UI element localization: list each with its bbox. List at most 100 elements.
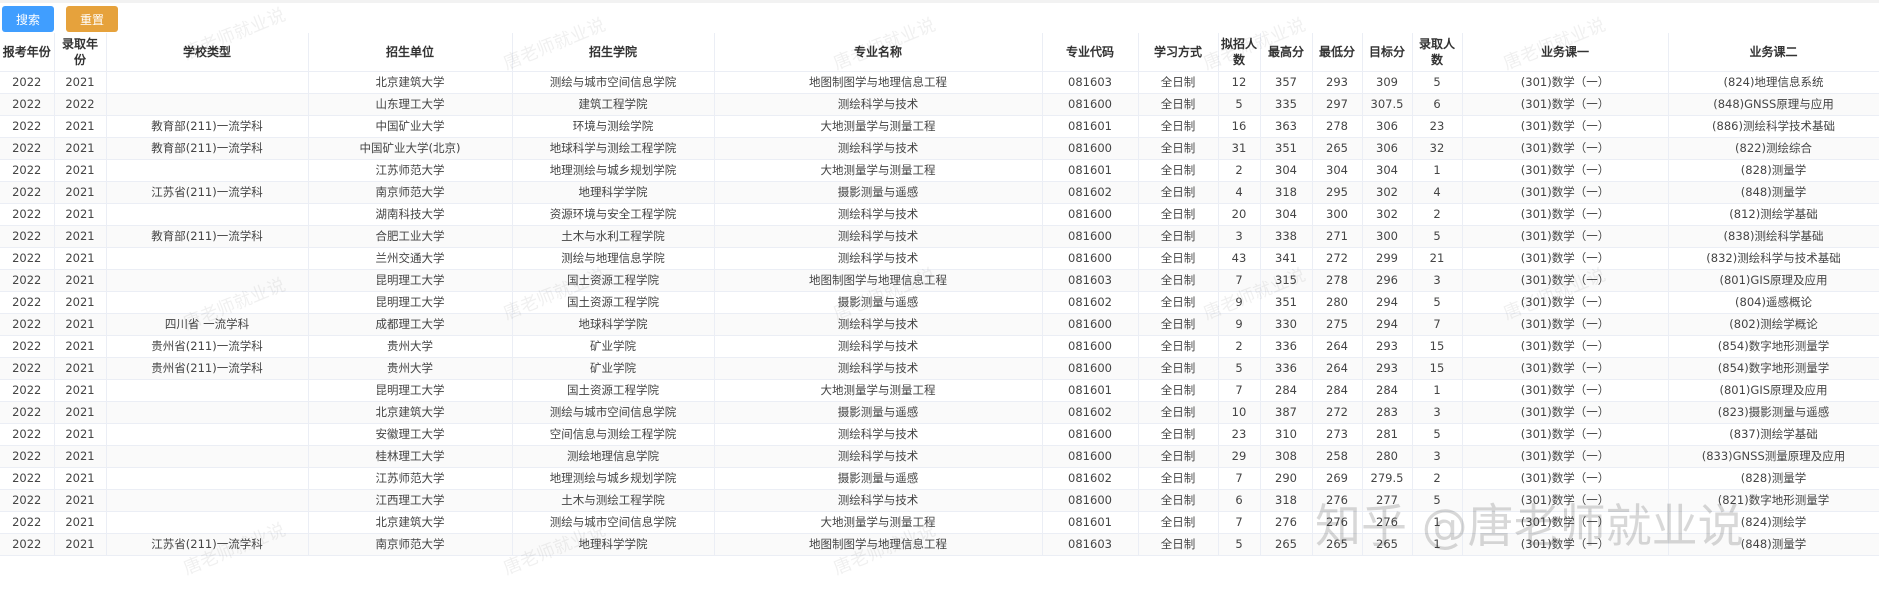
table-cell: 2021 — [54, 489, 107, 512]
table-cell: 全日制 — [1138, 357, 1219, 380]
table-cell: 351 — [1260, 291, 1313, 314]
table-cell: 全日制 — [1138, 71, 1219, 94]
table-cell: 1 — [1412, 159, 1463, 182]
table-cell: 283 — [1362, 401, 1413, 424]
table-row[interactable]: 2022 2021 安徽理工大学 空间信息与测绘工程学院 测绘科学与技术 081600 全日… — [0, 423, 1879, 446]
table-cell: 贵州大学 — [308, 357, 513, 380]
reset-button[interactable]: 重置 — [66, 6, 118, 32]
table-row[interactable]: 2022 2021 北京建筑大学 测绘与城市空间信息学院 摄影测量与遥感 081602 全日… — [0, 401, 1879, 424]
table-cell: (848)测量学 — [1668, 181, 1879, 204]
table-cell: 2 — [1218, 335, 1261, 358]
table-row[interactable]: 2022 2021 桂林理工大学 测绘地理信息学院 测绘科学与技术 081600 全日制 29… — [0, 445, 1879, 468]
table-cell: 310 — [1260, 423, 1313, 446]
column-header: 录取人数 — [1412, 33, 1463, 72]
table-cell: 2021 — [54, 401, 107, 424]
table-row[interactable]: 2022 2022 山东理工大学 建筑工程学院 测绘科学与技术 081600 全日制 5 335… — [0, 93, 1879, 116]
table-cell: (812)测绘学基础 — [1668, 203, 1879, 226]
table-cell: 2021 — [54, 423, 107, 446]
table-cell: 全日制 — [1138, 159, 1219, 182]
table-cell: 1 — [1412, 511, 1463, 534]
table-cell: 测绘科学与技术 — [714, 445, 1043, 468]
table-cell: 昆明理工大学 — [308, 291, 513, 314]
table-row[interactable]: 2022 2021 江西理工大学 土木与测绘工程学院 测绘科学与技术 081600 全日制 6… — [0, 489, 1879, 512]
table-cell: 293 — [1312, 71, 1363, 94]
table-cell: 2021 — [54, 247, 107, 270]
table-cell: 地理科学学院 — [512, 533, 715, 556]
table-cell: 湖南科技大学 — [308, 203, 513, 226]
table-row[interactable]: 2022 2021 昆明理工大学 国土资源工程学院 地图制图学与地理信息工程 081603… — [0, 269, 1879, 292]
table-cell: 081600 — [1042, 313, 1139, 336]
column-header: 最高分 — [1260, 33, 1313, 72]
table-cell: 矿业学院 — [512, 335, 715, 358]
table-cell: 387 — [1260, 401, 1313, 424]
table-cell: 081600 — [1042, 489, 1139, 512]
table-cell: (301)数学（一） — [1462, 247, 1669, 270]
table-cell: (828)测量学 — [1668, 159, 1879, 182]
table-cell: 安徽理工大学 — [308, 423, 513, 446]
table-cell: 5 — [1412, 71, 1463, 94]
table-cell: 5 — [1218, 93, 1261, 116]
table-row[interactable]: 2022 2021 江苏省(211)一流学科 南京师范大学 地理科学学院 地图制图学与地理… — [0, 533, 1879, 556]
column-header: 拟招人数 — [1218, 33, 1261, 72]
table-cell: 276 — [1312, 511, 1363, 534]
table-cell: 081601 — [1042, 379, 1139, 402]
table-cell: 5 — [1218, 533, 1261, 556]
table-cell: 32 — [1412, 137, 1463, 160]
table-row[interactable]: 2022 2021 教育部(211)一流学科 中国矿业大学(北京) 地球科学与测绘工程学… — [0, 137, 1879, 160]
table-cell: (801)GIS原理及应用 — [1668, 269, 1879, 292]
table-cell: 43 — [1218, 247, 1261, 270]
table-cell: 测绘与城市空间信息学院 — [512, 511, 715, 534]
table-row[interactable]: 2022 2021 湖南科技大学 资源环境与安全工程学院 测绘科学与技术 081600 全日… — [0, 203, 1879, 226]
table-cell: 土木与测绘工程学院 — [512, 489, 715, 512]
table-cell: (828)测量学 — [1668, 467, 1879, 490]
table-row[interactable]: 2022 2021 北京建筑大学 测绘与城市空间信息学院 大地测量学与测量工程 08160… — [0, 511, 1879, 534]
table-cell: 测绘科学与技术 — [714, 357, 1043, 380]
table-cell: 大地测量学与测量工程 — [714, 159, 1043, 182]
table-cell: 昆明理工大学 — [308, 269, 513, 292]
table-row[interactable]: 2022 2021 兰州交通大学 测绘与地理信息学院 测绘科学与技术 081600 全日制 4… — [0, 247, 1879, 270]
table-row[interactable]: 2022 2021 贵州省(211)一流学科 贵州大学 矿业学院 测绘科学与技术 08160… — [0, 357, 1879, 380]
table-cell — [106, 247, 309, 270]
table-cell: (301)数学（一） — [1462, 291, 1669, 314]
table-row[interactable]: 2022 2021 教育部(211)一流学科 合肥工业大学 土木与水利工程学院 测绘科学与… — [0, 225, 1879, 248]
table-cell: 南京师范大学 — [308, 533, 513, 556]
table-row[interactable]: 2022 2021 江苏省(211)一流学科 南京师范大学 地理科学学院 摄影测量与遥感 0… — [0, 181, 1879, 204]
table-cell: 081600 — [1042, 357, 1139, 380]
table-cell: 测绘科学与技术 — [714, 489, 1043, 512]
table-row[interactable]: 2022 2021 教育部(211)一流学科 中国矿业大学 环境与测绘学院 大地测量学与测… — [0, 115, 1879, 138]
table-row[interactable]: 2022 2021 四川省 一流学科 成都理工大学 地球科学学院 测绘科学与技术 08160… — [0, 313, 1879, 336]
table-cell: (301)数学（一） — [1462, 159, 1669, 182]
table-cell: 264 — [1312, 357, 1363, 380]
table-cell: 300 — [1362, 225, 1413, 248]
table-cell: 江西理工大学 — [308, 489, 513, 512]
table-cell: (886)测绘科学技术基础 — [1668, 115, 1879, 138]
column-header: 录取年份 — [54, 33, 107, 72]
table-cell: 273 — [1312, 423, 1363, 446]
table-cell: 276 — [1362, 511, 1413, 534]
table-cell: 山东理工大学 — [308, 93, 513, 116]
table-row[interactable]: 2022 2021 江苏师范大学 地理测绘与城乡规划学院 大地测量学与测量工程 08160… — [0, 159, 1879, 182]
table-row[interactable]: 2022 2021 贵州省(211)一流学科 贵州大学 矿业学院 测绘科学与技术 08160… — [0, 335, 1879, 358]
table-cell: 地图制图学与地理信息工程 — [714, 71, 1043, 94]
search-button[interactable]: 搜索 — [2, 6, 54, 32]
table-cell: 地图制图学与地理信息工程 — [714, 269, 1043, 292]
table-row[interactable]: 2022 2021 北京建筑大学 测绘与城市空间信息学院 地图制图学与地理信息工程 081… — [0, 71, 1879, 94]
table-cell: 269 — [1312, 467, 1363, 490]
table-cell: 地球科学学院 — [512, 313, 715, 336]
table-cell: 南京师范大学 — [308, 181, 513, 204]
table-cell: 2022 — [0, 489, 55, 512]
table-cell: 284 — [1312, 379, 1363, 402]
table-row[interactable]: 2022 2021 江苏师范大学 地理测绘与城乡规划学院 摄影测量与遥感 081602 全日… — [0, 467, 1879, 490]
table-cell: 测绘科学与技术 — [714, 225, 1043, 248]
table-cell: 20 — [1218, 203, 1261, 226]
table-cell: (301)数学（一） — [1462, 511, 1669, 534]
column-header: 招生学院 — [512, 33, 715, 72]
column-header: 业务课一 — [1462, 33, 1669, 72]
table-cell: 全日制 — [1138, 489, 1219, 512]
column-header: 专业名称 — [714, 33, 1043, 72]
table-row[interactable]: 2022 2021 昆明理工大学 国土资源工程学院 摄影测量与遥感 081602 全日制 9 3… — [0, 291, 1879, 314]
table-cell: 2021 — [54, 269, 107, 292]
table-cell: 地理测绘与城乡规划学院 — [512, 159, 715, 182]
table-row[interactable]: 2022 2021 昆明理工大学 国土资源工程学院 大地测量学与测量工程 081601 全日… — [0, 379, 1879, 402]
column-header: 目标分 — [1362, 33, 1413, 72]
